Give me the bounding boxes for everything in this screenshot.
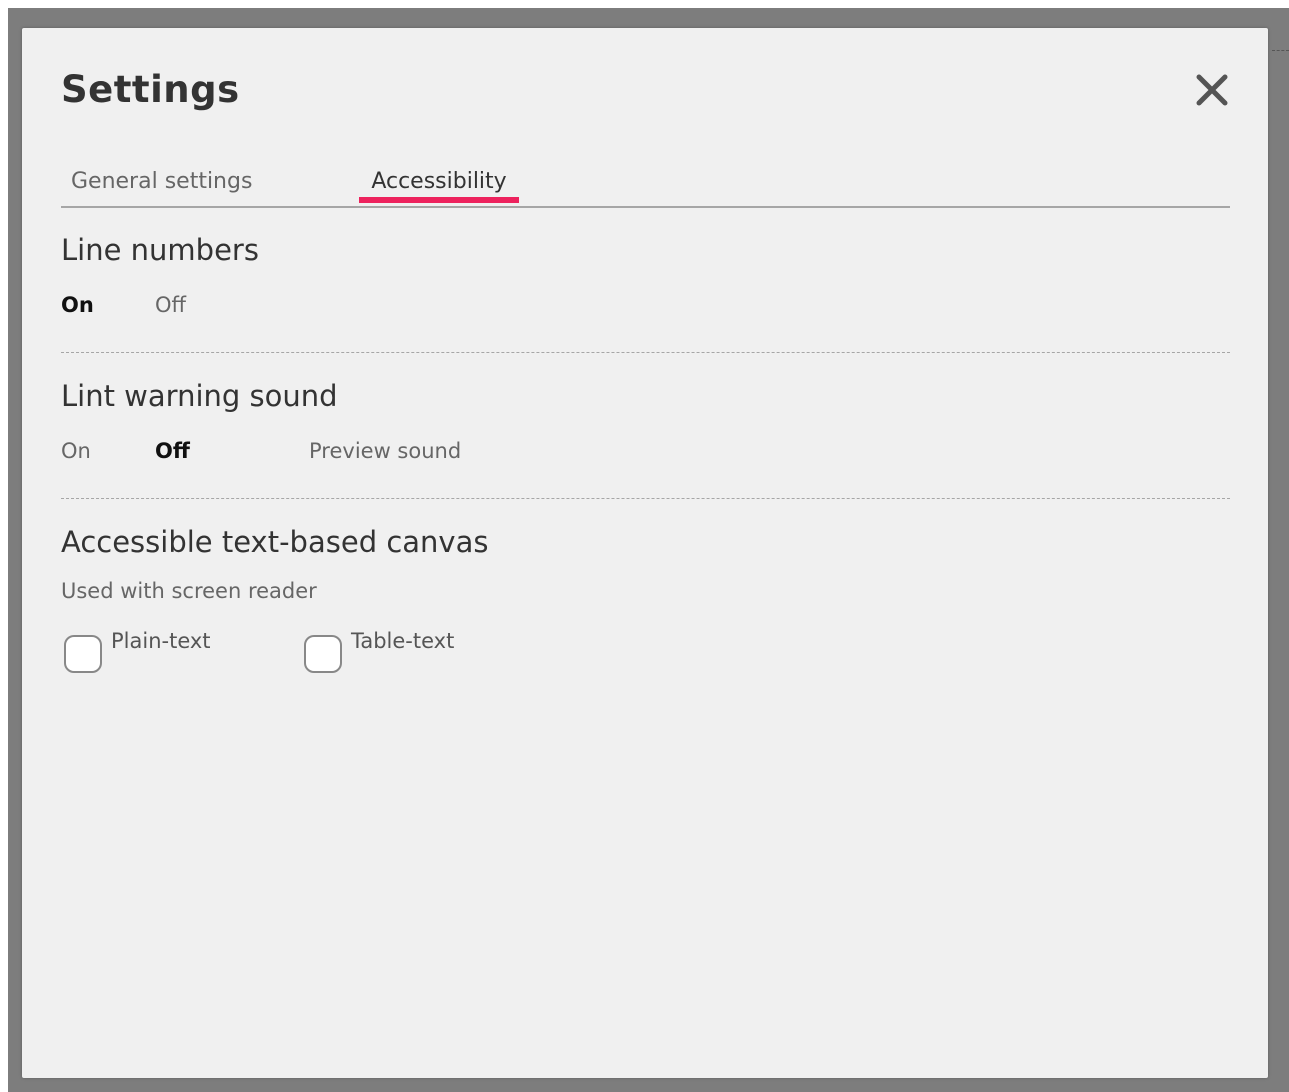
active-tab-indicator: [359, 197, 519, 203]
line-numbers-off-option[interactable]: Off: [155, 293, 186, 317]
text-canvas-subtitle: Used with screen reader: [61, 579, 317, 603]
text-canvas-section: Accessible text-based canvas Used with s…: [61, 525, 1230, 725]
dialog-title: Settings: [61, 68, 240, 111]
close-button[interactable]: [1190, 68, 1234, 112]
line-numbers-title: Line numbers: [61, 233, 259, 267]
section-divider: [61, 498, 1230, 499]
settings-dialog: Settings General settings Accessibility …: [22, 28, 1268, 1078]
close-icon: [1196, 74, 1228, 106]
preview-sound-button[interactable]: Preview sound: [309, 439, 461, 463]
plain-text-checkbox-option[interactable]: Plain-text: [61, 629, 261, 679]
section-divider: [61, 352, 1230, 353]
settings-tabs: General settings Accessibility: [61, 158, 1230, 208]
lint-sound-section: Lint warning sound On Off Preview sound: [61, 379, 1230, 499]
backdrop-dash: [1272, 50, 1289, 51]
backdrop-edge-top: [0, 0, 1289, 8]
text-canvas-title: Accessible text-based canvas: [61, 525, 489, 559]
plain-text-label: Plain-text: [111, 629, 211, 653]
lint-sound-off-option[interactable]: Off: [155, 439, 190, 463]
table-text-checkbox-option[interactable]: Table-text: [301, 629, 501, 679]
line-numbers-section: Line numbers On Off: [61, 233, 1230, 353]
lint-sound-on-option[interactable]: On: [61, 439, 91, 463]
lint-sound-title: Lint warning sound: [61, 379, 338, 413]
table-text-label: Table-text: [351, 629, 455, 653]
tab-general-settings[interactable]: General settings: [71, 158, 252, 206]
line-numbers-on-option[interactable]: On: [61, 293, 94, 317]
table-text-checkbox[interactable]: [304, 635, 342, 673]
plain-text-checkbox[interactable]: [64, 635, 102, 673]
backdrop-edge-left: [0, 0, 8, 1092]
